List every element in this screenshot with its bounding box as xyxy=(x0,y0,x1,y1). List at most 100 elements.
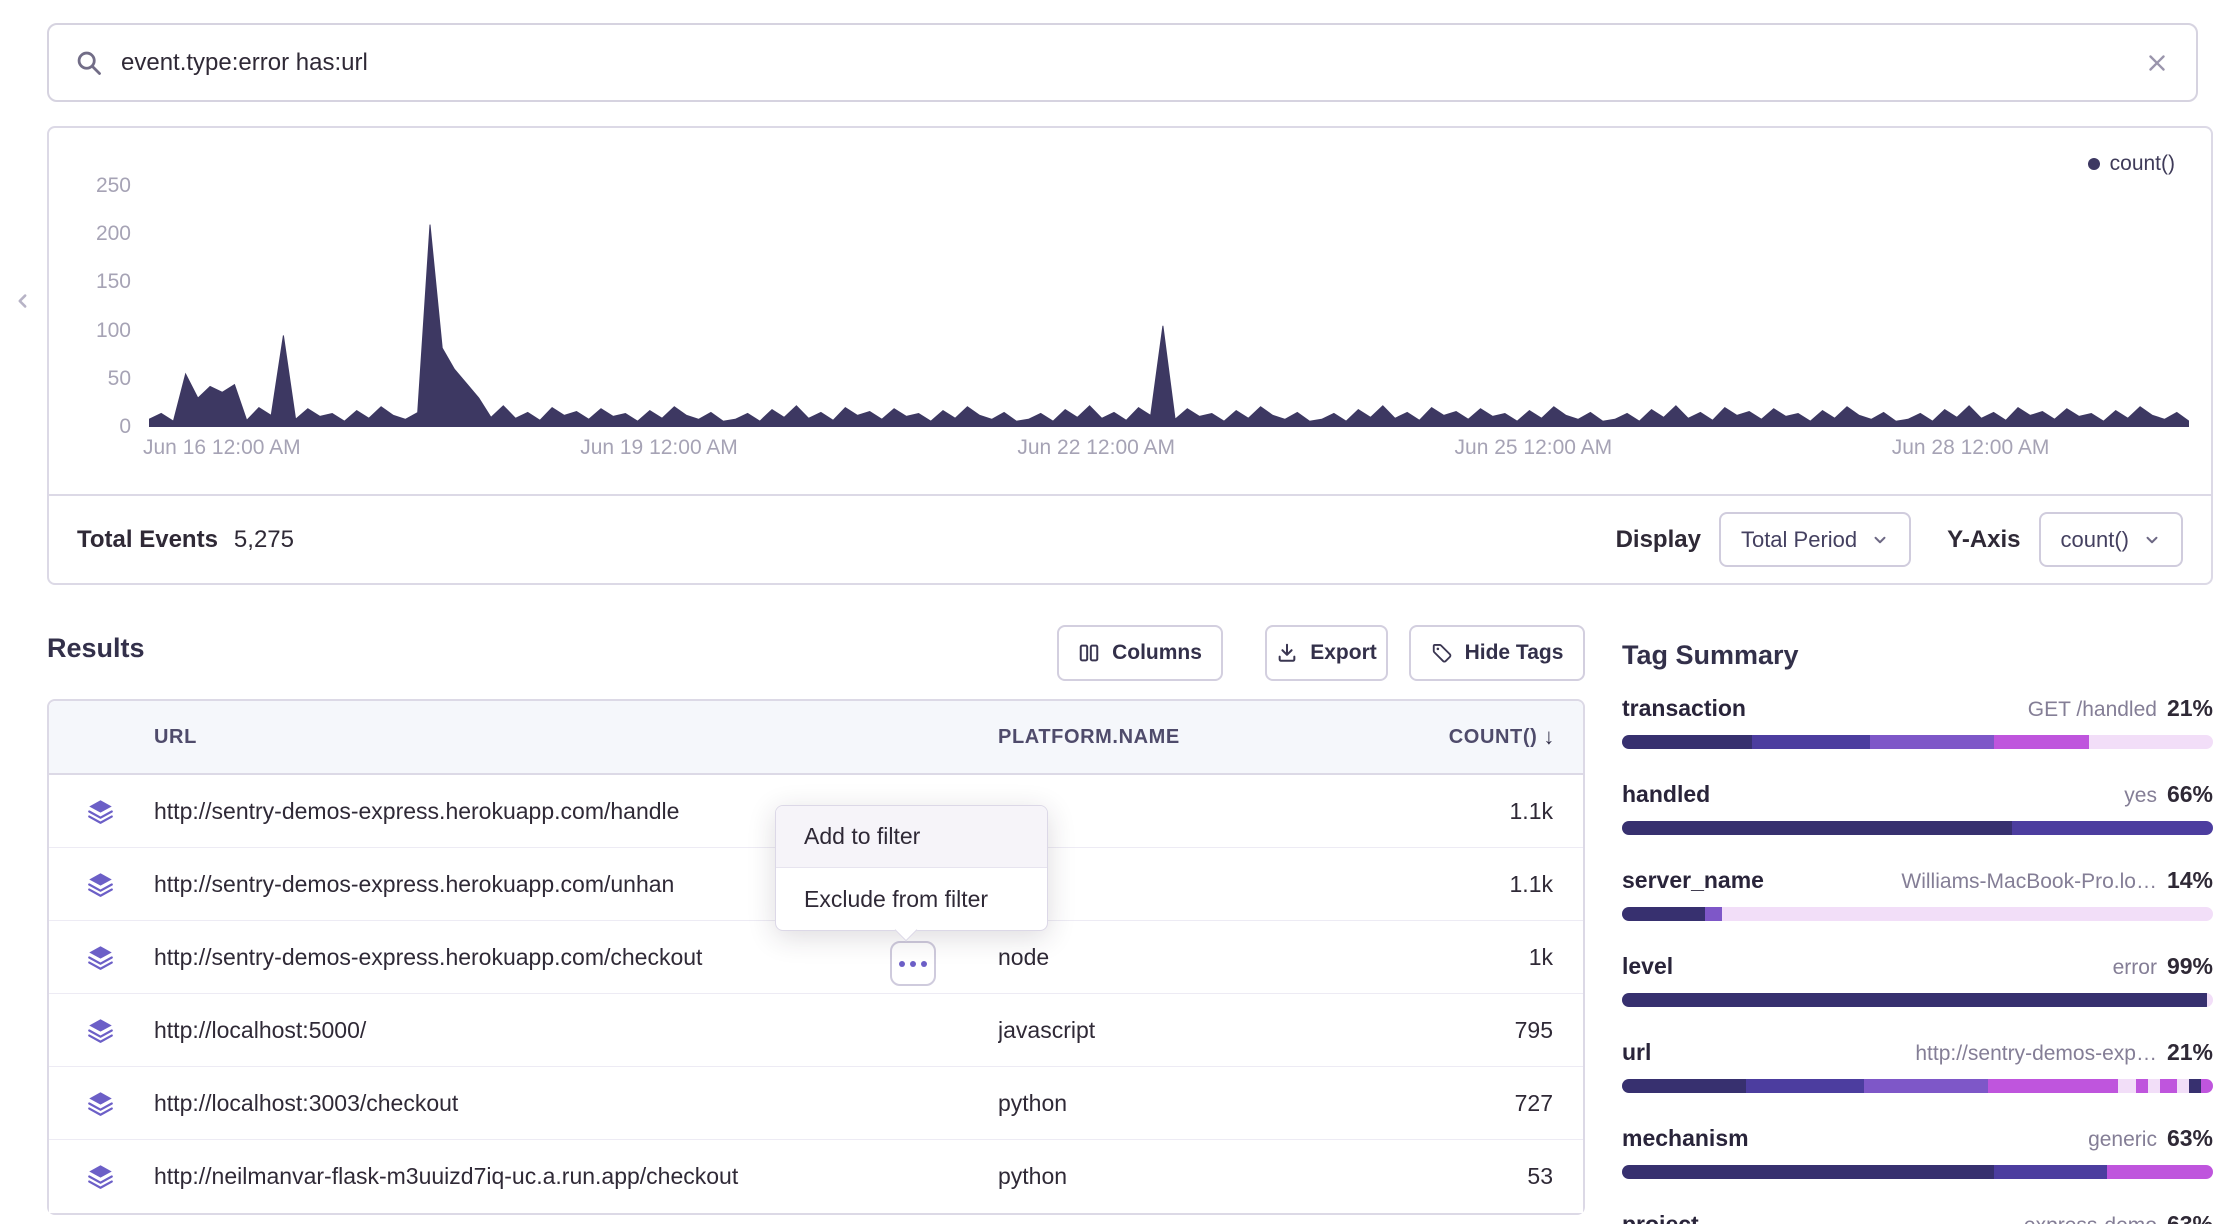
hide-tags-button[interactable]: Hide Tags xyxy=(1409,625,1585,681)
stack-icon xyxy=(49,1017,154,1044)
stack-icon xyxy=(49,944,154,971)
events-area-chart[interactable] xyxy=(149,167,2189,427)
y-axis-label: Y-Axis xyxy=(1947,526,2020,554)
tag-icon xyxy=(1431,642,1453,664)
tag-distribution-bar[interactable] xyxy=(1622,907,2213,921)
table-row[interactable]: http://sentry-demos-express.herokuapp.co… xyxy=(49,921,1583,994)
export-button[interactable]: Export xyxy=(1265,625,1388,681)
tag-distribution-bar[interactable] xyxy=(1622,821,2213,835)
total-events-label: Total Events xyxy=(77,526,218,554)
column-header-platform[interactable]: PLATFORM.NAME xyxy=(998,726,1387,749)
tag-top-value: express-demo xyxy=(2024,1214,2157,1224)
search-input[interactable] xyxy=(121,49,2126,77)
x-tick-label: Jun 25 12:00 AM xyxy=(1423,436,1643,460)
search-bar xyxy=(47,23,2198,102)
chart-footer: Total Events 5,275 Display Total Period … xyxy=(49,494,2211,583)
tag-row: urlhttp://sentry-demos-exp…21% xyxy=(1622,1039,2213,1093)
panel-collapse-icon[interactable] xyxy=(10,288,36,314)
table-row[interactable]: http://localhost:3003/checkoutpython727 xyxy=(49,1067,1583,1140)
tag-percent: 63% xyxy=(2167,1125,2213,1152)
url-cell[interactable]: http://sentry-demos-express.herokuapp.co… xyxy=(154,944,998,971)
display-dropdown[interactable]: Total Period xyxy=(1719,512,1911,567)
hide-tags-button-label: Hide Tags xyxy=(1465,641,1564,665)
table-row[interactable]: http://localhost:5000/javascript795 xyxy=(49,994,1583,1067)
count-cell: 795 xyxy=(1387,1017,1583,1044)
count-cell: 1.1k xyxy=(1387,798,1583,825)
tag-row: transactionGET /handled21% xyxy=(1622,695,2213,749)
tag-summary: Tag Summary transactionGET /handled21%ha… xyxy=(1622,640,2213,1224)
column-header-url[interactable]: URL xyxy=(154,726,998,749)
tag-distribution-bar[interactable] xyxy=(1622,993,2213,1007)
clear-search-icon[interactable] xyxy=(2144,50,2170,76)
columns-button[interactable]: Columns xyxy=(1057,625,1223,681)
results-title: Results xyxy=(47,633,145,664)
sort-desc-icon: ↓ xyxy=(1543,724,1555,750)
tag-row: projectexpress-demo63% xyxy=(1622,1211,2213,1224)
tag-row: levelerror99% xyxy=(1622,953,2213,1007)
y-tick-label: 50 xyxy=(49,366,131,392)
y-tick-label: 100 xyxy=(49,318,131,344)
tag-top-value: Williams-MacBook-Pro.lo… xyxy=(1901,870,2157,894)
tag-percent: 21% xyxy=(2167,695,2213,722)
tag-name: level xyxy=(1622,953,1673,980)
tag-top-value: GET /handled xyxy=(2028,698,2157,722)
tag-name: url xyxy=(1622,1039,1651,1066)
tag-distribution-bar[interactable] xyxy=(1622,1079,2213,1093)
y-tick-label: 250 xyxy=(49,173,131,199)
y-tick-label: 200 xyxy=(49,221,131,247)
count-cell: 727 xyxy=(1387,1090,1583,1117)
tag-name: handled xyxy=(1622,781,1710,808)
tag-row: handledyes66% xyxy=(1622,781,2213,835)
x-tick-label: Jun 28 12:00 AM xyxy=(1861,436,2081,460)
results-table: URL PLATFORM.NAME COUNT() ↓ http://sentr… xyxy=(47,699,1585,1215)
events-chart-panel: count() 250200150100500 Jun 16 12:00 AMJ… xyxy=(47,126,2213,585)
tag-percent: 66% xyxy=(2167,781,2213,808)
stack-icon xyxy=(49,1163,154,1190)
count-cell: 53 xyxy=(1387,1163,1583,1190)
cell-action-menu: Add to filter Exclude from filter xyxy=(775,805,1048,931)
x-tick-label: Jun 16 12:00 AM xyxy=(112,436,332,460)
discover-page: count() 250200150100500 Jun 16 12:00 AMJ… xyxy=(0,0,2234,1224)
table-header-row: URL PLATFORM.NAME COUNT() ↓ xyxy=(49,701,1583,775)
count-cell: 1.1k xyxy=(1387,871,1583,898)
y-tick-label: 150 xyxy=(49,269,131,295)
platform-cell: python xyxy=(998,1163,1387,1190)
search-icon xyxy=(75,49,103,77)
count-cell: 1k xyxy=(1387,944,1583,971)
stack-icon xyxy=(49,798,154,825)
tag-name: mechanism xyxy=(1622,1125,1749,1152)
platform-cell: node xyxy=(998,944,1387,971)
export-button-label: Export xyxy=(1310,641,1377,665)
tag-row: server_nameWilliams-MacBook-Pro.lo…14% xyxy=(1622,867,2213,921)
url-cell[interactable]: http://localhost:3003/checkout xyxy=(154,1090,998,1117)
cell-actions-trigger[interactable] xyxy=(890,941,936,986)
tag-percent: 99% xyxy=(2167,953,2213,980)
tag-summary-title: Tag Summary xyxy=(1622,640,2213,671)
tag-distribution-bar[interactable] xyxy=(1622,735,2213,749)
tag-list: transactionGET /handled21%handledyes66%s… xyxy=(1622,695,2213,1224)
menu-item-add-to-filter[interactable]: Add to filter xyxy=(776,806,1047,868)
total-events-value: 5,275 xyxy=(234,526,294,554)
columns-icon xyxy=(1078,642,1100,664)
stack-icon xyxy=(49,1090,154,1117)
tag-name: project xyxy=(1622,1211,1699,1224)
display-dropdown-value: Total Period xyxy=(1741,527,1857,553)
tag-name: server_name xyxy=(1622,867,1764,894)
tag-percent: 21% xyxy=(2167,1039,2213,1066)
platform-cell: javascript xyxy=(998,1017,1387,1044)
columns-button-label: Columns xyxy=(1112,641,1202,665)
chevron-down-icon xyxy=(1871,531,1889,549)
tag-distribution-bar[interactable] xyxy=(1622,1165,2213,1179)
url-cell[interactable]: http://localhost:5000/ xyxy=(154,1017,998,1044)
tag-row: mechanismgeneric63% xyxy=(1622,1125,2213,1179)
menu-item-exclude-from-filter[interactable]: Exclude from filter xyxy=(776,868,1047,930)
stack-icon xyxy=(49,871,154,898)
chevron-down-icon xyxy=(2143,531,2161,549)
platform-cell: python xyxy=(998,1090,1387,1117)
display-label: Display xyxy=(1616,526,1701,554)
x-tick-label: Jun 22 12:00 AM xyxy=(986,436,1206,460)
url-cell[interactable]: http://neilmanvar-flask-m3uuizd7iq-uc.a.… xyxy=(154,1163,998,1190)
y-axis-dropdown[interactable]: count() xyxy=(2039,512,2183,567)
table-row[interactable]: http://neilmanvar-flask-m3uuizd7iq-uc.a.… xyxy=(49,1140,1583,1213)
column-header-count[interactable]: COUNT() ↓ xyxy=(1387,724,1583,750)
